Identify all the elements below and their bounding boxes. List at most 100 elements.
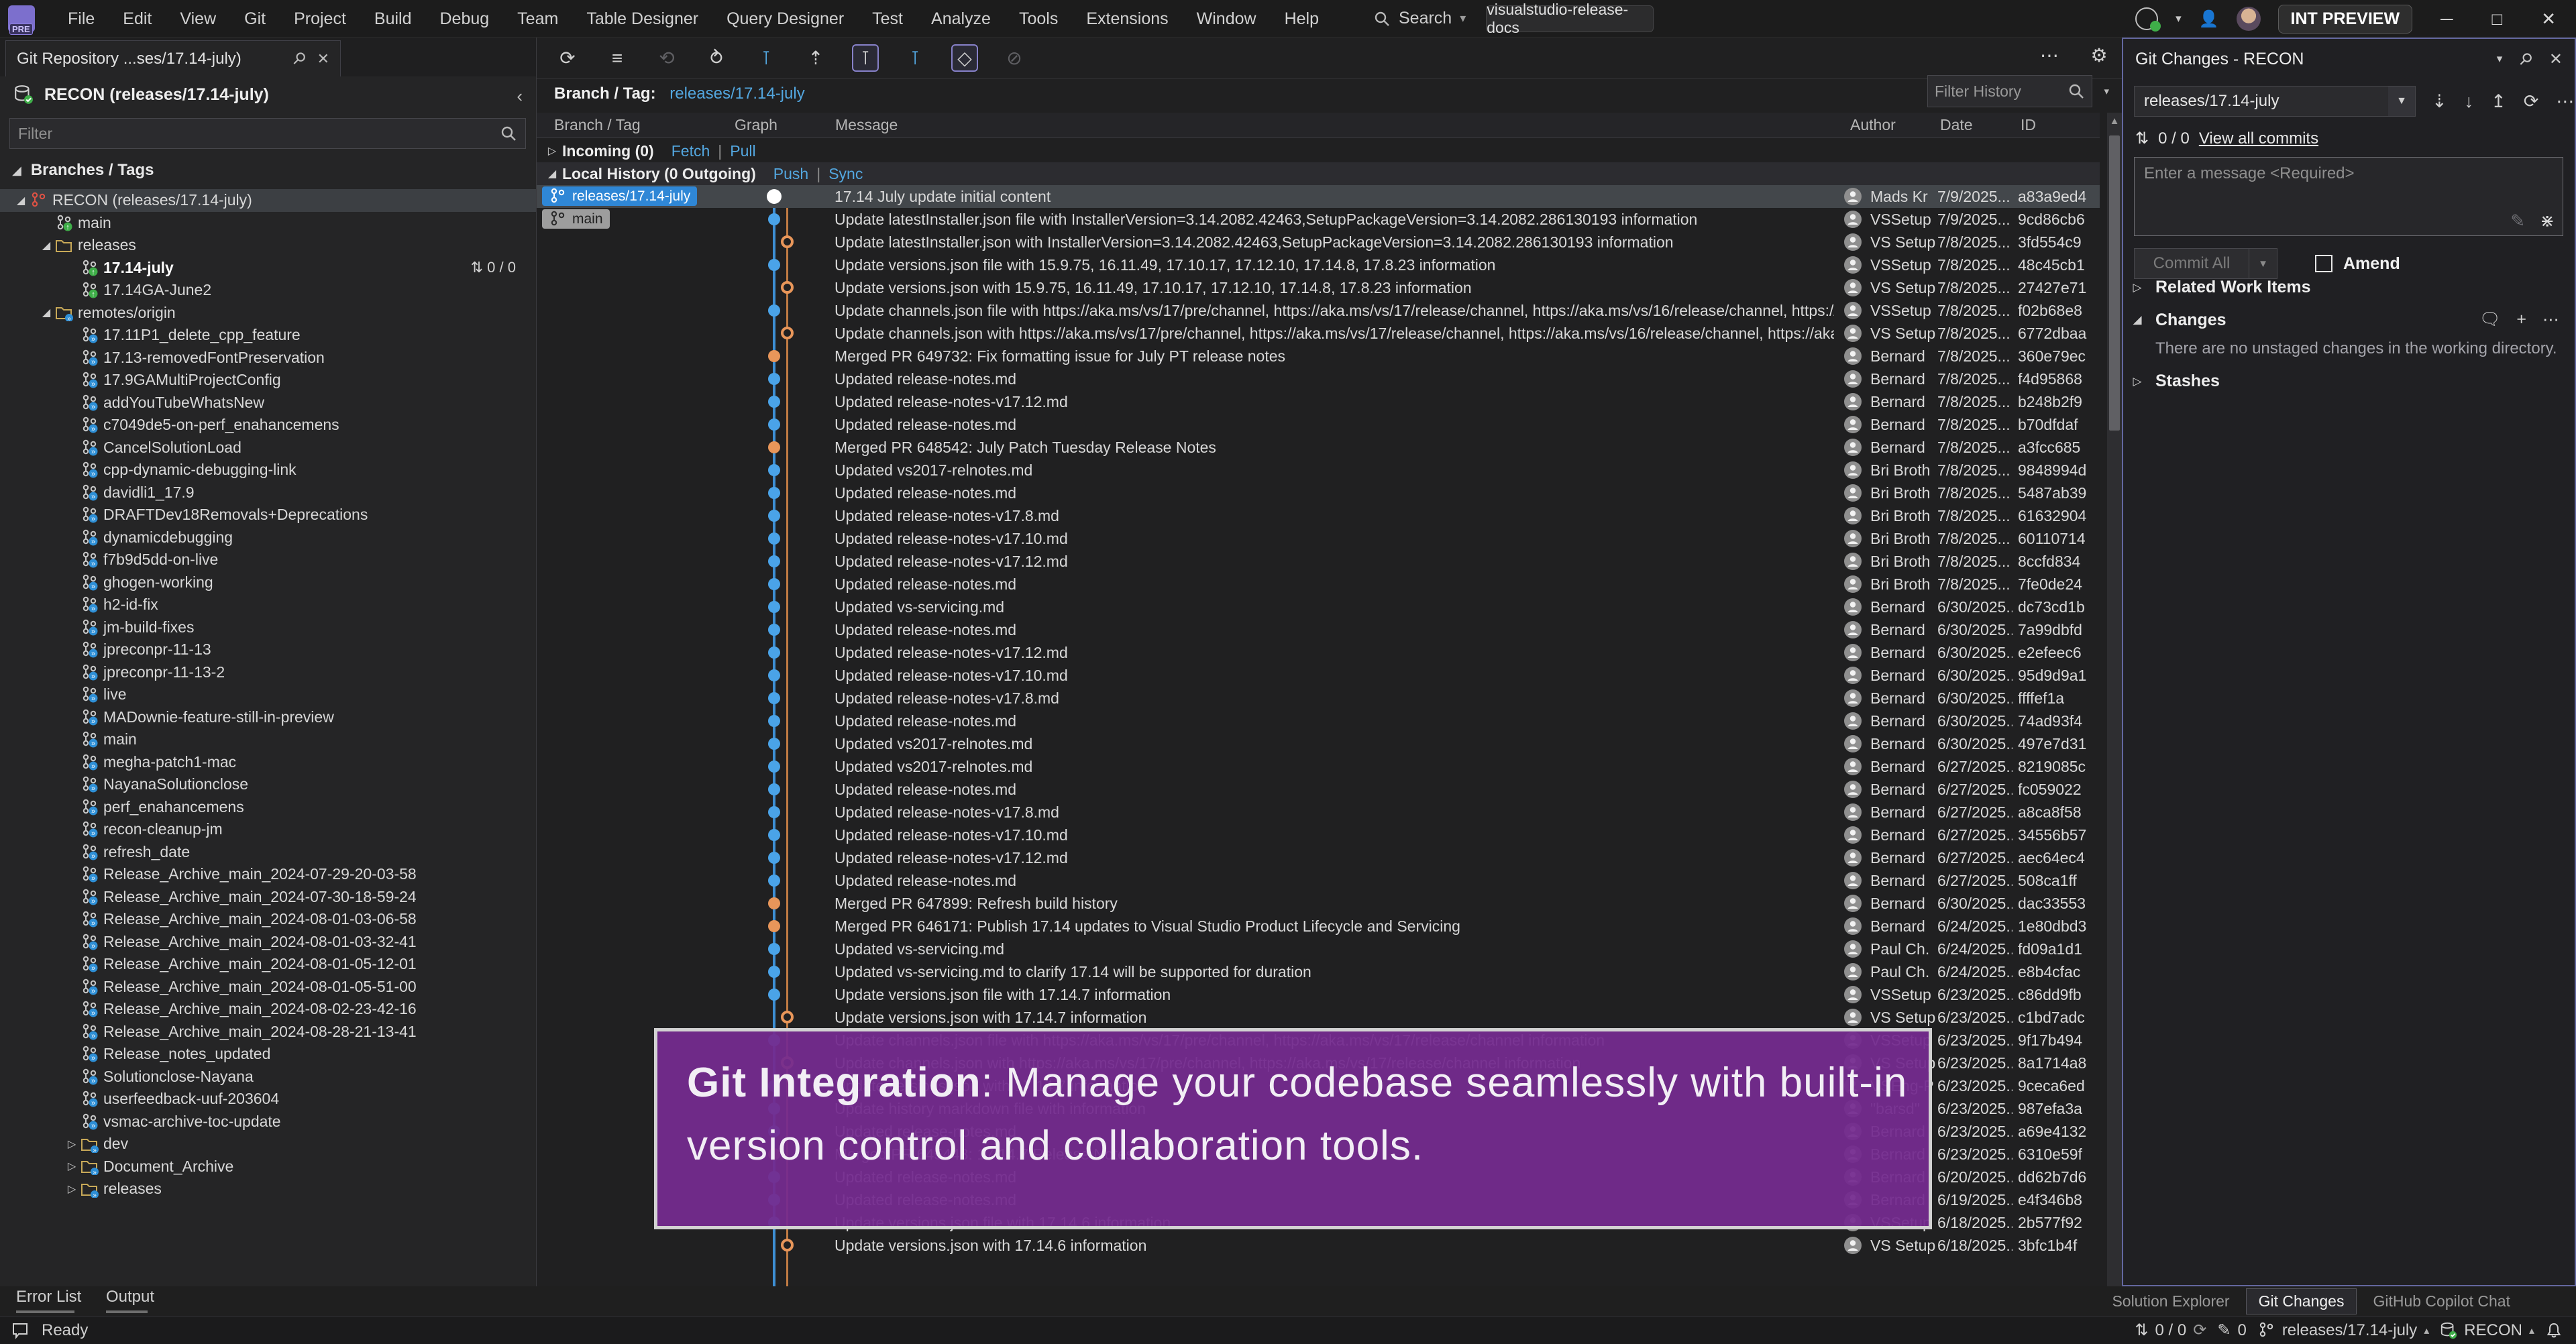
collapsed-triangle-icon[interactable]: ▷ bbox=[63, 1182, 80, 1196]
commit-row[interactable]: Updated release-notes.mdBernard7/8/2025.… bbox=[537, 368, 2100, 390]
tree-item-draftdev18removals-deprecations[interactable]: » DRAFTDev18Removals+Deprecations bbox=[0, 504, 536, 526]
tree-item-perf-enahancemens[interactable]: » perf_enahancemens bbox=[0, 796, 536, 819]
collapsed-triangle-icon[interactable]: ▷ bbox=[2130, 281, 2145, 294]
commit-row[interactable]: Merged PR 648542: July Patch Tuesday Rel… bbox=[537, 436, 2100, 459]
branch-tag-value[interactable]: releases/17.14-july bbox=[669, 85, 804, 103]
tree-item-c7049de5-on-perf-enahancemens[interactable]: » c7049de5-on-perf_enahancemens bbox=[0, 414, 536, 437]
rebase-icon[interactable]: ⇡ bbox=[802, 47, 829, 69]
tree-item-vsmac-archive-toc-update[interactable]: » vsmac-archive-toc-update bbox=[0, 1111, 536, 1133]
chevron-down-icon[interactable]: ▾ bbox=[2497, 52, 2503, 66]
tree-item-release-notes-updated[interactable]: » Release_notes_updated bbox=[0, 1043, 536, 1066]
refresh-icon[interactable]: ⟳ bbox=[554, 47, 581, 69]
tree-item-release-archive-main-2024-07-30-18-59-24[interactable]: » Release_Archive_main_2024-07-30-18-59-… bbox=[0, 886, 536, 909]
expanded-triangle-icon[interactable]: ◢ bbox=[38, 306, 55, 319]
close-icon[interactable]: ✕ bbox=[2549, 50, 2563, 69]
commit-row[interactable]: Updated release-notes-v17.12.mdBernard7/… bbox=[537, 390, 2100, 413]
expanded-triangle-icon[interactable]: ◢ bbox=[542, 167, 562, 180]
commit-row[interactable]: Updated release-notes-v17.10.mdBri Broth… bbox=[537, 527, 2100, 550]
pin-icon[interactable]: ⚲ bbox=[288, 48, 310, 70]
commit-row[interactable]: Updated release-notes.mdBernard7/8/2025.… bbox=[537, 413, 2100, 436]
chevron-down-icon[interactable]: ▾ bbox=[2104, 85, 2109, 97]
commit-row[interactable]: Updated release-notes-v17.8.mdBri Broth7… bbox=[537, 504, 2100, 527]
commit-row[interactable]: Updated release-notes.mdBernard6/30/2025… bbox=[537, 618, 2100, 641]
tree-item-cancelsolutionload[interactable]: » CancelSolutionLoad bbox=[0, 437, 536, 459]
menu-tools[interactable]: Tools bbox=[1005, 1, 1072, 37]
branches-tags-section-header[interactable]: ◢ Branches / Tags bbox=[12, 161, 154, 180]
fetch-link[interactable]: Fetch bbox=[672, 142, 710, 160]
sync-icon[interactable]: ⟳ bbox=[2524, 91, 2539, 112]
tree-item-release-archive-main-2024-08-01-05-12-01[interactable]: » Release_Archive_main_2024-08-01-05-12-… bbox=[0, 953, 536, 976]
commit-row[interactable]: Updated vs-servicing.mdBernard6/30/2025.… bbox=[537, 596, 2100, 618]
tool-tab-github-copilot-chat[interactable]: GitHub Copilot Chat bbox=[2361, 1289, 2522, 1314]
commit-row[interactable]: Update versions.json with 17.14.6 inform… bbox=[537, 1234, 2100, 1257]
commit-row[interactable]: Updated vs2017-relnotes.mdBernard6/30/20… bbox=[537, 732, 2100, 755]
commit-row[interactable]: Updated vs-servicing.md to clarify 17.14… bbox=[537, 960, 2100, 983]
commit-row[interactable]: Updated release-notes.mdBri Broth7/8/202… bbox=[537, 573, 2100, 596]
tree-item-recon-releases-17-14-july-[interactable]: ◢ RECON (releases/17.14-july) bbox=[0, 189, 536, 212]
column-header-date[interactable]: Date bbox=[1940, 116, 1973, 134]
branch-badge[interactable]: main bbox=[542, 209, 610, 229]
tree-item-release-archive-main-2024-08-28-21-13-41[interactable]: » Release_Archive_main_2024-08-28-21-13-… bbox=[0, 1021, 536, 1044]
current-branch[interactable]: releases/17.14-july ▴ bbox=[2257, 1321, 2429, 1340]
show-tags-toggle[interactable]: ◇ bbox=[951, 44, 978, 72]
show-remote-branches-icon[interactable]: ⊺ bbox=[902, 47, 928, 69]
tree-item-releases[interactable]: ◢ releases bbox=[0, 234, 536, 257]
copilot-status-icon[interactable] bbox=[2135, 7, 2158, 30]
feedback-bubble-icon[interactable] bbox=[11, 1321, 30, 1340]
collapse-panel-icon[interactable]: ‹ bbox=[517, 86, 523, 107]
tree-item-jm-build-fixes[interactable]: » jm-build-fixes bbox=[0, 616, 536, 639]
history-column-headers[interactable]: Branch / TagGraphMessageAuthorDateID bbox=[537, 113, 2100, 138]
commit-all-button[interactable]: Commit All bbox=[2134, 248, 2249, 279]
more-options-icon[interactable]: ⋯ bbox=[2542, 310, 2559, 330]
tree-item-solutionclose-nayana[interactable]: » Solutionclose-Nayana bbox=[0, 1066, 536, 1088]
commit-row[interactable]: Merged PR 646171: Publish 17.14 updates … bbox=[537, 915, 2100, 938]
related-work-items-section[interactable]: ▷ Related Work Items bbox=[2130, 278, 2566, 297]
chevron-down-icon[interactable]: ▾ bbox=[2176, 12, 2182, 25]
menu-test[interactable]: Test bbox=[858, 1, 917, 37]
scroll-up-arrow[interactable]: ▲ bbox=[2107, 115, 2122, 127]
checkbox-icon[interactable] bbox=[2315, 255, 2332, 272]
minimize-button[interactable]: ─ bbox=[2430, 9, 2463, 30]
tree-item-17-14-july[interactable]: ↑ 17.14-july⇅ 0 / 0 bbox=[0, 257, 536, 280]
tree-item-jpreconpr-11-13[interactable]: » jpreconpr-11-13 bbox=[0, 638, 536, 661]
pull-icon[interactable]: ⥁ bbox=[703, 47, 730, 69]
commit-row[interactable]: Update versions.json file with 17.14.7 i… bbox=[537, 983, 2100, 1006]
current-repo[interactable]: RECON ▴ bbox=[2440, 1321, 2534, 1340]
commit-list-icon[interactable]: ≡ bbox=[604, 48, 631, 69]
tree-item-releases[interactable]: ▷ » releases bbox=[0, 1178, 536, 1200]
branch-badge[interactable]: releases/17.14-july bbox=[542, 186, 697, 206]
tab-error-list[interactable]: Error List bbox=[16, 1288, 81, 1306]
commit-row[interactable]: Update versions.json with 17.14.7 inform… bbox=[537, 1006, 2100, 1029]
tree-item-main[interactable]: » main bbox=[0, 728, 536, 751]
ai-message-icon[interactable]: ✎ bbox=[2510, 211, 2525, 231]
commit-row[interactable]: Updated release-notes.mdBernard6/27/2025… bbox=[537, 778, 2100, 801]
commit-row[interactable]: Updated release-notes.mdBernard6/27/2025… bbox=[537, 869, 2100, 892]
commit-row[interactable]: Updated release-notes.mdBri Broth7/8/202… bbox=[537, 482, 2100, 504]
tree-item-addyoutubewhatsnew[interactable]: » addYouTubeWhatsNew bbox=[0, 392, 536, 414]
git-repository-tab[interactable]: Git Repository ...ses/17.14-july) ⚲ ✕ bbox=[5, 40, 341, 76]
show-local-branches-toggle[interactable]: ⊺ bbox=[852, 44, 879, 72]
pending-edits[interactable]: ✎ 0 bbox=[2217, 1321, 2246, 1340]
branch-selector[interactable]: releases/17.14-july ▼ bbox=[2134, 86, 2416, 117]
tree-item-17-9gamultiprojectconfig[interactable]: » 17.9GAMultiProjectConfig bbox=[0, 369, 536, 392]
commit-row[interactable]: Updated release-notes-v17.8.mdBernard6/3… bbox=[537, 687, 2100, 710]
commit-row[interactable]: Update latestInstaller.json with Install… bbox=[537, 231, 2100, 254]
commit-row[interactable]: Updated vs2017-relnotes.mdBernard6/27/20… bbox=[537, 755, 2100, 778]
scrollbar-thumb[interactable] bbox=[2109, 135, 2120, 431]
column-header-message[interactable]: Message bbox=[835, 116, 898, 134]
commit-options-dropdown[interactable]: ▼ bbox=[2249, 248, 2277, 279]
commit-row[interactable]: main Update latestInstaller.json file wi… bbox=[537, 208, 2100, 231]
column-header-id[interactable]: ID bbox=[2021, 116, 2036, 134]
commit-row[interactable]: Updated release-notes-v17.8.mdBernard6/2… bbox=[537, 801, 2100, 824]
commit-row[interactable]: releases/17.14-july 17.14 July update in… bbox=[537, 185, 2100, 208]
commit-row[interactable]: Updated vs2017-relnotes.mdBri Broth7/8/2… bbox=[537, 459, 2100, 482]
menu-build[interactable]: Build bbox=[360, 1, 426, 37]
stage-all-icon[interactable]: + bbox=[2516, 310, 2526, 330]
tree-item-madownie-feature-still-in-preview[interactable]: » MADownie-feature-still-in-preview bbox=[0, 706, 536, 729]
tree-item-dev[interactable]: ▷ » dev bbox=[0, 1133, 536, 1156]
tree-item-davidli1-17-9[interactable]: » davidli1_17.9 bbox=[0, 482, 536, 504]
tree-item-userfeedback-uuf-203604[interactable]: » userfeedback-uuf-203604 bbox=[0, 1088, 536, 1111]
tree-item-release-archive-main-2024-08-01-03-06-58[interactable]: » Release_Archive_main_2024-08-01-03-06-… bbox=[0, 908, 536, 931]
collapsed-triangle-icon[interactable]: ▷ bbox=[63, 1160, 80, 1173]
stashes-section[interactable]: ▷ Stashes bbox=[2130, 372, 2566, 391]
